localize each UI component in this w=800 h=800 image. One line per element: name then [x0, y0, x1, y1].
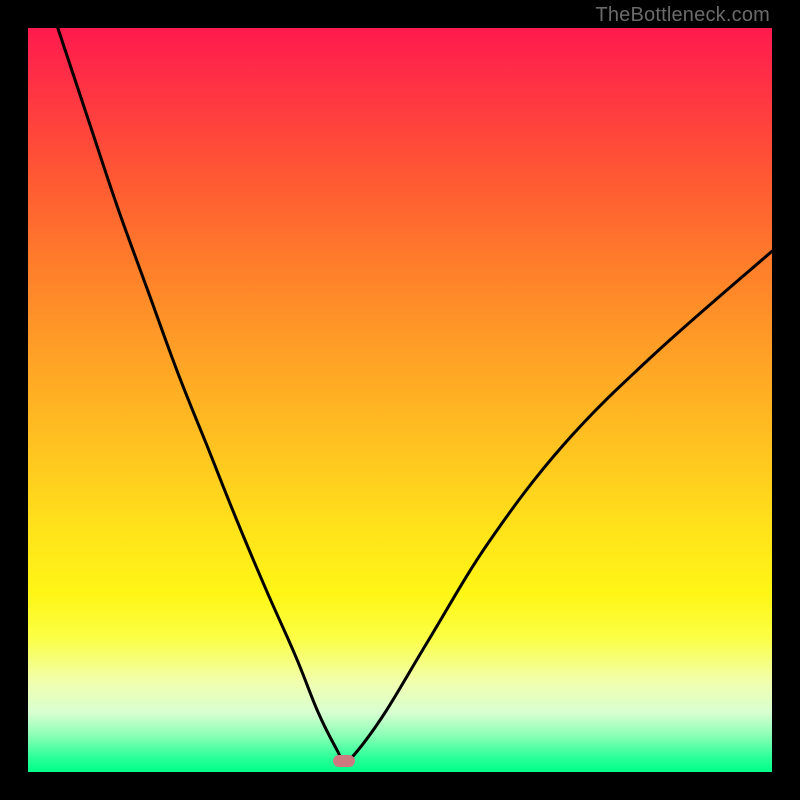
bottleneck-curve: [58, 28, 772, 761]
curve-layer: [28, 28, 772, 772]
minimum-marker: [333, 755, 355, 767]
plot-area: [28, 28, 772, 772]
chart-frame: TheBottleneck.com: [0, 0, 800, 800]
watermark-text: TheBottleneck.com: [595, 4, 770, 27]
